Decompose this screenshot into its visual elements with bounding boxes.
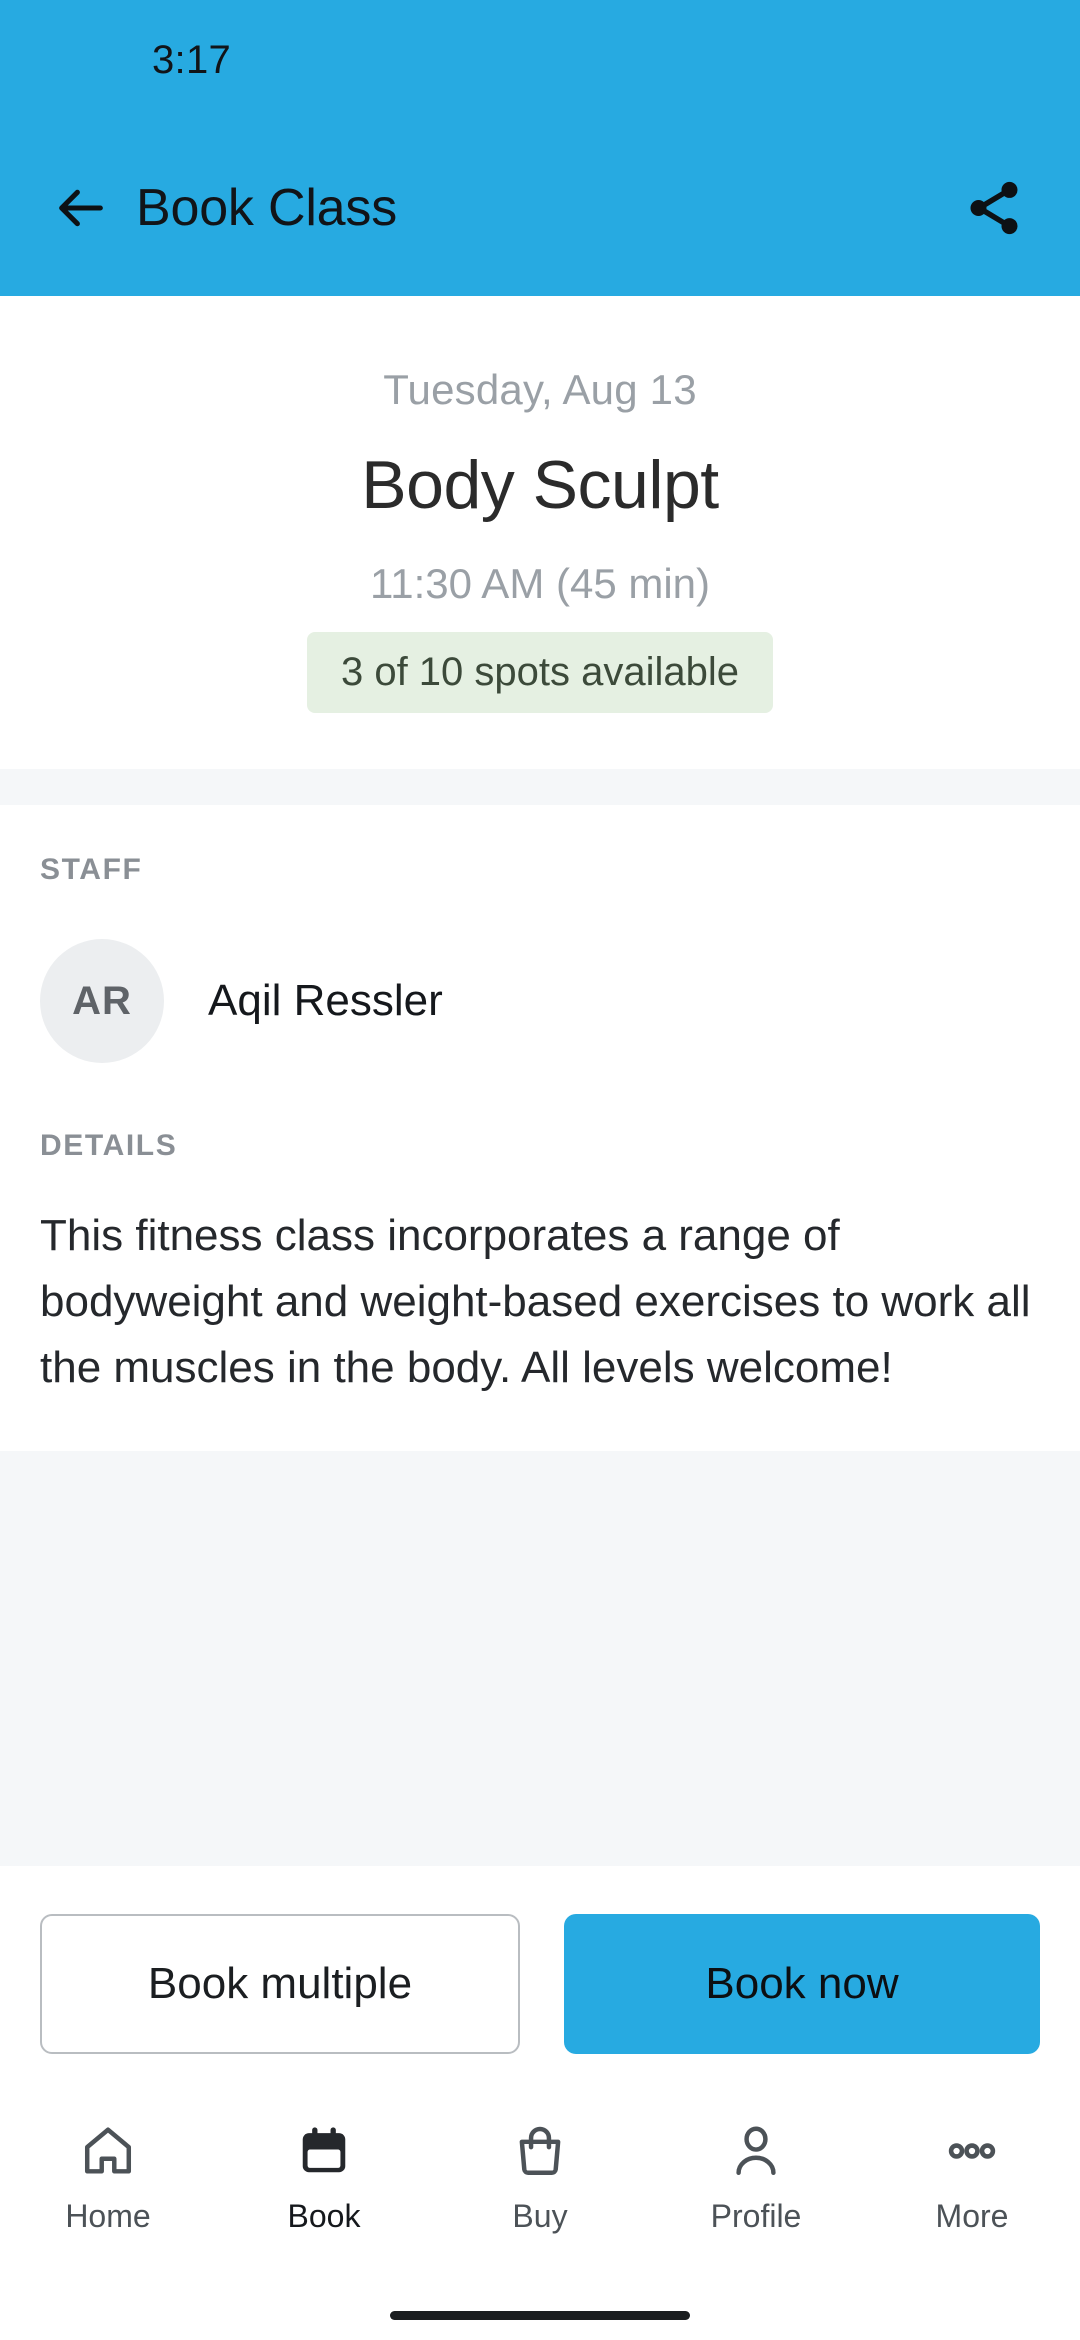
arrow-left-icon [59, 189, 103, 227]
book-now-button[interactable]: Book now [564, 1914, 1040, 2054]
staff-name: Aqil Ressler [208, 976, 443, 1025]
app-header: 3:17 Book Class [0, 0, 1080, 296]
class-date: Tuesday, Aug 13 [383, 366, 697, 413]
nav-item-home[interactable]: Home [0, 2118, 216, 2235]
section-separator-bottom [0, 1451, 1080, 1866]
section-separator-top [0, 769, 1080, 805]
app-root: 3:17 Book Class Tuesday, Aug 13 Body Scu… [0, 0, 1080, 2340]
shopping-bag-icon [511, 2118, 569, 2184]
home-icon [79, 2118, 137, 2184]
staff-list-item[interactable]: AR Aqil Ressler [40, 939, 1040, 1063]
status-bar-clock: 3:17 [152, 37, 232, 82]
class-summary: Tuesday, Aug 13 Body Sculpt 11:30 AM (45… [0, 296, 1080, 769]
nav-item-book[interactable]: Book [216, 2118, 432, 2235]
person-icon [727, 2118, 785, 2184]
share-button[interactable] [956, 170, 1032, 246]
nav-label-home: Home [65, 2198, 151, 2234]
share-icon [970, 181, 1018, 235]
details-section-label: DETAILS [40, 1129, 178, 1162]
calendar-icon [295, 2118, 353, 2184]
class-time: 11:30 AM (45 min) [369, 560, 711, 607]
class-name: Body Sculpt [361, 447, 719, 523]
staff-section-label: STAFF [40, 853, 143, 886]
nav-label-profile: Profile [710, 2198, 802, 2234]
nav-label-more: More [935, 2198, 1009, 2234]
nav-item-buy[interactable]: Buy [432, 2118, 648, 2235]
app-bar: Book Class [0, 120, 1080, 296]
bottom-navigation: Home Book Buy Profile More [0, 2094, 1080, 2290]
home-indicator-area [0, 2290, 1080, 2340]
class-detail-content: STAFF AR Aqil Ressler DETAILS This fitne… [0, 805, 1080, 1451]
avatar: AR [40, 939, 164, 1063]
nav-item-more[interactable]: More [864, 2118, 1080, 2235]
nav-label-buy: Buy [512, 2198, 568, 2234]
action-button-bar: Book multiple Book now [0, 1866, 1080, 2094]
home-indicator[interactable] [390, 2310, 690, 2320]
nav-item-profile[interactable]: Profile [648, 2118, 864, 2235]
ellipsis-icon [943, 2118, 1001, 2184]
spots-available-badge: 3 of 10 spots available [306, 632, 774, 713]
details-description: This fitness class incorporates a range … [40, 1211, 1031, 1392]
book-multiple-button[interactable]: Book multiple [40, 1914, 520, 2054]
status-bar: 3:17 [0, 0, 1080, 120]
nav-label-book: Book [287, 2198, 361, 2234]
back-button[interactable] [52, 174, 120, 242]
page-title: Book Class [136, 179, 397, 237]
